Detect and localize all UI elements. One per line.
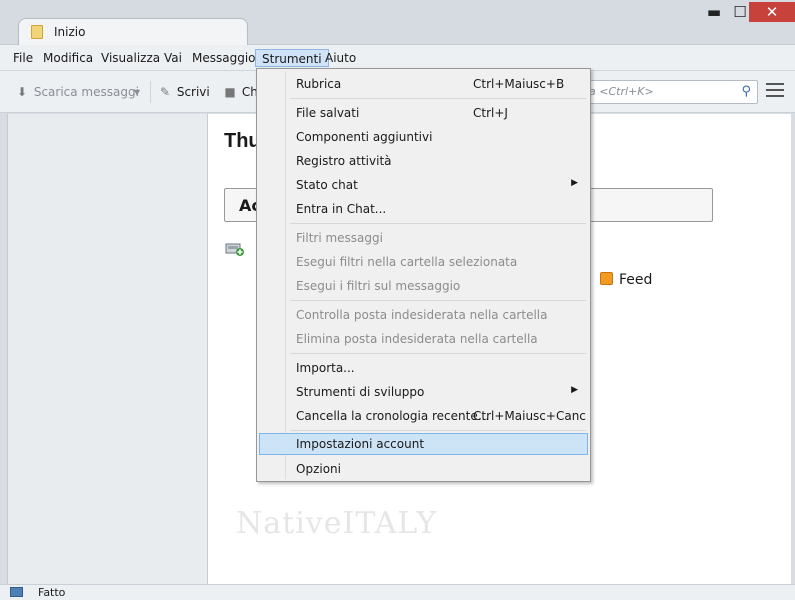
search-placeholder: a <Ctrl+K> (589, 85, 654, 98)
menu-item-importa[interactable]: Importa... (259, 357, 588, 379)
menu-item-label: Opzioni (296, 462, 341, 476)
network-icon (10, 587, 23, 597)
app-menu-button[interactable] (766, 83, 784, 99)
menu-item-label: Stato chat (296, 178, 358, 192)
watermark: NativeITALY (236, 506, 438, 541)
menu-strumenti[interactable]: Strumenti (255, 49, 329, 67)
menu-item-cancella-cronologia[interactable]: Cancella la cronologia recente... Ctrl+M… (259, 405, 588, 427)
feed-link[interactable]: Feed (600, 272, 652, 288)
chat-bubble-icon: ■ (224, 85, 236, 99)
download-label: Scarica messaggi (33, 85, 139, 99)
search-icon[interactable]: ⚲ (741, 84, 751, 99)
menu-item-esegui-filtri-messaggio: Esegui i filtri sul messaggio (259, 275, 588, 297)
menu-item-registro-attivita[interactable]: Registro attività (259, 150, 588, 172)
chevron-down-icon: ▾ (134, 85, 141, 99)
folder-icon (31, 25, 43, 39)
menu-item-entra-in-chat[interactable]: Entra in Chat... (259, 198, 588, 220)
menu-item-label: Esegui i filtri sul messaggio (296, 279, 461, 293)
rss-icon (600, 272, 613, 285)
feed-label: Feed (619, 272, 653, 288)
menu-separator (290, 300, 586, 301)
menu-item-filtri-messaggi: Filtri messaggi (259, 227, 588, 249)
menu-item-controlla-posta-indesiderata: Controlla posta indesiderata nella carte… (259, 304, 588, 326)
add-account-icon[interactable] (225, 241, 245, 257)
hamburger-icon (766, 83, 784, 85)
menu-item-label: Rubrica (296, 77, 342, 91)
menu-item-label: Entra in Chat... (296, 202, 387, 216)
menu-vai[interactable]: Vai (158, 49, 188, 67)
menu-item-file-salvati[interactable]: File salvati Ctrl+J (259, 102, 588, 124)
menu-item-label: Impostazioni account (296, 437, 425, 451)
download-messages-button[interactable]: ⬇ Scarica messaggi (14, 83, 139, 101)
menu-item-impostazioni-account[interactable]: Impostazioni account (259, 433, 588, 455)
menu-item-label: Importa... (296, 361, 355, 375)
menu-visualizza[interactable]: Visualizza (95, 49, 166, 67)
menu-messaggio[interactable]: Messaggio (186, 49, 262, 67)
menu-item-label: Registro attività (296, 154, 392, 168)
menu-separator (290, 430, 586, 431)
menu-item-shortcut: Ctrl+J (473, 106, 508, 120)
submenu-arrow-icon: ▶ (571, 385, 578, 395)
menu-item-elimina-posta-indesiderata: Elimina posta indesiderata nella cartell… (259, 328, 588, 350)
title-bar: Inizio ▬ ☐ ✕ (0, 0, 795, 46)
menu-item-stato-chat[interactable]: Stato chat ▶ (259, 174, 588, 196)
menu-item-label: Esegui filtri nella cartella selezionata (296, 255, 518, 269)
minimize-button[interactable]: ▬ (700, 2, 728, 22)
menu-item-componenti-aggiuntivi[interactable]: Componenti aggiuntivi (259, 126, 588, 148)
tab-label: Inizio (54, 25, 86, 39)
menu-separator (290, 98, 586, 99)
menu-file[interactable]: File (7, 49, 39, 67)
menu-item-label: Strumenti di sviluppo (296, 385, 425, 399)
download-icon: ⬇ (16, 85, 28, 99)
menu-item-label: Elimina posta indesiderata nella cartell… (296, 332, 538, 346)
status-text: Fatto (38, 586, 66, 599)
tools-menu: Rubrica Ctrl+Maiusc+B File salvati Ctrl+… (256, 68, 591, 482)
menu-item-label: Componenti aggiuntivi (296, 130, 433, 144)
status-bar: Fatto (0, 584, 795, 600)
download-dropdown-arrow[interactable]: ▾ (134, 83, 140, 101)
menu-aiuto[interactable]: Aiuto (319, 49, 362, 67)
menu-item-strumenti-sviluppo[interactable]: Strumenti di sviluppo ▶ (259, 381, 588, 403)
search-input[interactable]: a <Ctrl+K> ⚲ (582, 80, 758, 104)
menu-item-shortcut: Ctrl+Maiusc+Canc (473, 409, 586, 423)
menu-item-label: Cancella la cronologia recente... (296, 409, 490, 423)
pencil-icon: ✎ (159, 85, 171, 99)
menu-item-label: Controlla posta indesiderata nella carte… (296, 308, 548, 322)
chat-button[interactable]: ■ Ch (222, 83, 257, 101)
write-button[interactable]: ✎ Scrivi (157, 83, 210, 101)
menu-item-opzioni[interactable]: Opzioni (259, 458, 588, 480)
menu-item-shortcut: Ctrl+Maiusc+B (473, 77, 565, 91)
menu-item-label: Filtri messaggi (296, 231, 383, 245)
toolbar-separator (150, 81, 151, 103)
menu-item-esegui-filtri-cartella: Esegui filtri nella cartella selezionata (259, 251, 588, 273)
close-button[interactable]: ✕ (749, 2, 795, 22)
write-label: Scrivi (176, 85, 210, 99)
tab-inizio[interactable]: Inizio (18, 18, 248, 46)
submenu-arrow-icon: ▶ (571, 178, 578, 188)
menu-separator (290, 353, 586, 354)
menu-modifica[interactable]: Modifica (37, 49, 99, 67)
menu-separator (290, 223, 586, 224)
folder-pane[interactable] (7, 114, 208, 584)
menu-item-label: File salvati (296, 106, 360, 120)
menu-item-rubrica[interactable]: Rubrica Ctrl+Maiusc+B (259, 73, 588, 95)
